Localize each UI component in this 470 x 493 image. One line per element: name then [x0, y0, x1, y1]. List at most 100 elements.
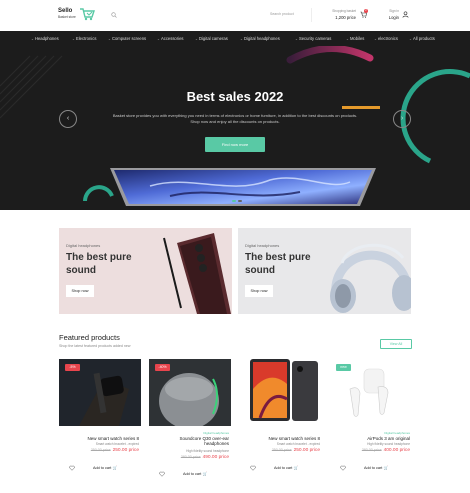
product-desc: High fidelity sound headphone [186, 449, 229, 453]
nav-item-security-cameras[interactable]: ⌄Security cameras [295, 36, 331, 41]
view-all-button[interactable]: View All [380, 339, 412, 349]
search-input[interactable]: Search product [270, 12, 294, 16]
heart-icon[interactable] [250, 465, 256, 471]
shop-now-button[interactable]: Shop now [66, 285, 94, 297]
basket-summary[interactable]: Shopping basket 1,200 price [318, 9, 356, 20]
brand-logo[interactable]: Sello Basket store [58, 8, 76, 19]
category-nav: ⌄Headphones ⌄Electronics ⌄Computer scree… [0, 31, 470, 46]
product-image: new [330, 359, 412, 426]
heart-icon[interactable] [69, 465, 75, 471]
promo-card: Digital headphones The best pure sound S… [59, 228, 232, 314]
chevron-down-icon: ⌄ [240, 37, 243, 41]
chevron-down-icon: ⌄ [409, 37, 412, 41]
hero-cta-button[interactable]: Find now more [205, 137, 265, 152]
nav-label: Electronics [75, 36, 97, 41]
nav-label: Headphones [34, 36, 59, 41]
nav-item-accessories[interactable]: ⌄Accessories [157, 36, 184, 41]
nav-item-headphones[interactable]: ⌄Headphones [31, 36, 59, 41]
add-to-cart-button[interactable]: Add to cart 🛒 [274, 465, 298, 470]
promo-title: The best pure sound [245, 252, 311, 276]
promo-card: Digital headphones The best pure sound S… [238, 228, 411, 314]
header-divider [311, 8, 312, 22]
user-icon[interactable] [402, 11, 409, 18]
hero-description: Basket store provides you with everythin… [112, 113, 358, 124]
site-header: Sello Basket store Search product Shoppi… [0, 0, 470, 31]
nav-label: Mobiles [349, 36, 365, 41]
slider-dot-active[interactable] [232, 200, 236, 202]
hero-banner: Best sales 2022 Basket store provides yo… [0, 46, 470, 210]
product-card[interactable]: -5% New smart watch series 8 Smart watch… [59, 359, 141, 489]
product-card[interactable]: -40% Digital headphones Soundcore Q30 ov… [149, 359, 231, 489]
product-name[interactable]: New smart watch series 8 [268, 436, 320, 441]
shop-now-button[interactable]: Shop now [245, 285, 273, 297]
nav-item-electronics-2[interactable]: ⌄electronics [374, 36, 398, 41]
slider-prev-button[interactable]: ‹ [59, 110, 77, 128]
chevron-down-icon: ⌄ [195, 37, 198, 41]
basket-total: 1,200 price [335, 15, 356, 20]
add-label: Add to cart [183, 472, 202, 476]
product-desc: Smart watch bracelet - expired [95, 442, 139, 446]
old-price: 380.00 price [180, 455, 201, 459]
hero-title: Best sales 2022 [186, 89, 284, 104]
nav-item-electronics[interactable]: ⌄Electronics [72, 36, 96, 41]
product-image: -5% [59, 359, 141, 426]
product-price: 350.00 price 250.00 price [91, 448, 139, 453]
search-icon[interactable] [111, 12, 117, 18]
nav-item-computer-screens[interactable]: ⌄Computer screens [108, 36, 146, 41]
discount-badge: -40% [155, 364, 170, 371]
new-price: 250.00 price [112, 448, 139, 453]
nav-label: Digital headphones [243, 36, 280, 41]
heart-icon[interactable] [340, 465, 346, 471]
product-name[interactable]: New smart watch series 8 [87, 436, 139, 441]
basket-count-badge: 2 [364, 9, 368, 13]
chevron-down-icon: ⌄ [72, 37, 75, 41]
product-desc: Smart watch bracelet - expired [276, 442, 320, 446]
login-link[interactable]: Sign in Login [382, 9, 399, 20]
featured-title: Featured products [59, 333, 120, 342]
product-name[interactable]: Soundcore Q30 over-ear headphones [169, 436, 229, 446]
slider-dot[interactable] [238, 200, 242, 202]
nav-item-digital-cameras[interactable]: ⌄Digital cameras [195, 36, 228, 41]
chevron-down-icon: ⌄ [374, 37, 377, 41]
nav-label: All products [412, 36, 435, 41]
new-price: 250.00 price [293, 448, 320, 453]
nav-item-all-products[interactable]: ⌄All products [409, 36, 435, 41]
product-price: 380.00 price 400.00 price [362, 448, 410, 453]
product-category: Digital headphones [203, 431, 229, 435]
product-desc: High fidelity sound headphone [367, 442, 410, 446]
product-image: -40% [149, 359, 231, 426]
cart-icon: 🛒 [202, 472, 208, 476]
chevron-down-icon: ⌄ [157, 37, 160, 41]
old-price: 380.00 price [361, 448, 382, 452]
discount-badge: -5% [65, 364, 80, 371]
nav-label: Security cameras [298, 36, 332, 41]
chevron-down-icon: ⌄ [31, 37, 34, 41]
add-label: Add to cart [93, 466, 112, 470]
promo-title: The best pure sound [66, 252, 132, 276]
cart-icon: 🛒 [383, 466, 389, 470]
nav-label: Computer screens [111, 36, 147, 41]
slider-next-button[interactable]: › [393, 110, 411, 128]
old-price: 350.00 price [271, 448, 292, 452]
chevron-down-icon: ⌄ [108, 37, 111, 41]
old-price: 350.00 price [90, 448, 111, 452]
nav-label: Digital cameras [198, 36, 228, 41]
login-label: Login [388, 15, 399, 20]
cart-icon: 🛒 [293, 466, 299, 470]
new-price: 490.00 price [202, 455, 229, 460]
add-to-cart-button[interactable]: Add to cart 🛒 [93, 465, 117, 470]
nav-label: Accessories [160, 36, 184, 41]
nav-item-mobiles[interactable]: ⌄Mobiles [346, 36, 364, 41]
cart-icon: 🛒 [112, 466, 118, 470]
product-card[interactable]: New smart watch series 8 Smart watch bra… [240, 359, 322, 489]
cart-logo-icon [80, 8, 95, 21]
add-to-cart-button[interactable]: Add to cart 🛒 [183, 471, 207, 476]
heart-icon[interactable] [159, 471, 165, 477]
nav-item-digital-headphones[interactable]: ⌄Digital headphones [240, 36, 280, 41]
add-to-cart-button[interactable]: Add to cart 🛒 [364, 465, 388, 470]
chevron-down-icon: ⌄ [346, 37, 349, 41]
product-name[interactable]: AirPods 3 am original [367, 436, 410, 441]
login-sub: Sign in [389, 9, 399, 13]
product-card[interactable]: new Digital headphones AirPods 3 am orig… [330, 359, 412, 489]
product-image [240, 359, 322, 426]
